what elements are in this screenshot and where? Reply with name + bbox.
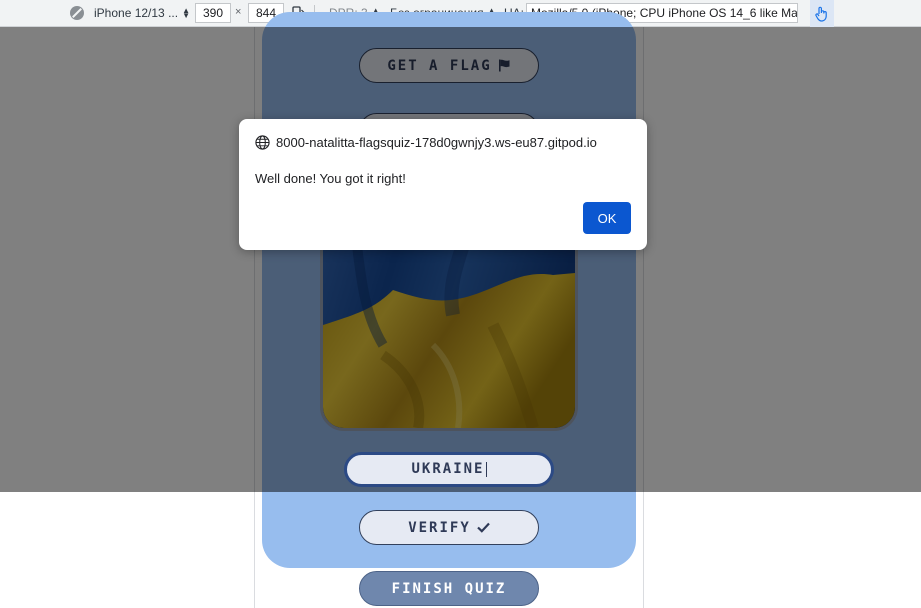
answer-value: UKRAINE — [411, 461, 485, 477]
alert-dialog: 8000-natalitta-flagsquiz-178d0gwnjy3.ws-… — [239, 119, 647, 250]
verify-button[interactable]: VERIFY — [359, 510, 539, 545]
viewport-dim-overlay — [254, 27, 644, 492]
device-name: iPhone 12/13 ... — [94, 6, 179, 20]
dimension-separator: × — [235, 6, 242, 18]
viewport-width-input[interactable]: 390 — [195, 3, 231, 23]
dialog-origin: 8000-natalitta-flagsquiz-178d0gwnjy3.ws-… — [255, 135, 597, 150]
finish-quiz-button[interactable]: FINISH QUIZ — [359, 571, 539, 606]
dialog-origin-text: 8000-natalitta-flagsquiz-178d0gwnjy3.ws-… — [276, 135, 597, 150]
text-caret — [485, 461, 487, 477]
answer-input[interactable]: UKRAINE — [344, 452, 554, 487]
updown-arrows-icon: ▲▼ — [182, 6, 190, 20]
device-selector[interactable]: iPhone 12/13 ... ▲ ▼ — [70, 4, 190, 22]
check-icon — [477, 522, 490, 533]
verify-label: VERIFY — [408, 519, 471, 536]
finish-quiz-label: FINISH QUIZ — [391, 580, 507, 597]
no-device-icon — [70, 6, 84, 20]
touch-hand-icon — [815, 6, 827, 22]
touch-toggle-button[interactable] — [810, 0, 834, 27]
globe-icon — [255, 135, 270, 150]
ok-button[interactable]: OK — [583, 202, 631, 234]
dialog-message: Well done! You got it right! — [255, 171, 406, 186]
